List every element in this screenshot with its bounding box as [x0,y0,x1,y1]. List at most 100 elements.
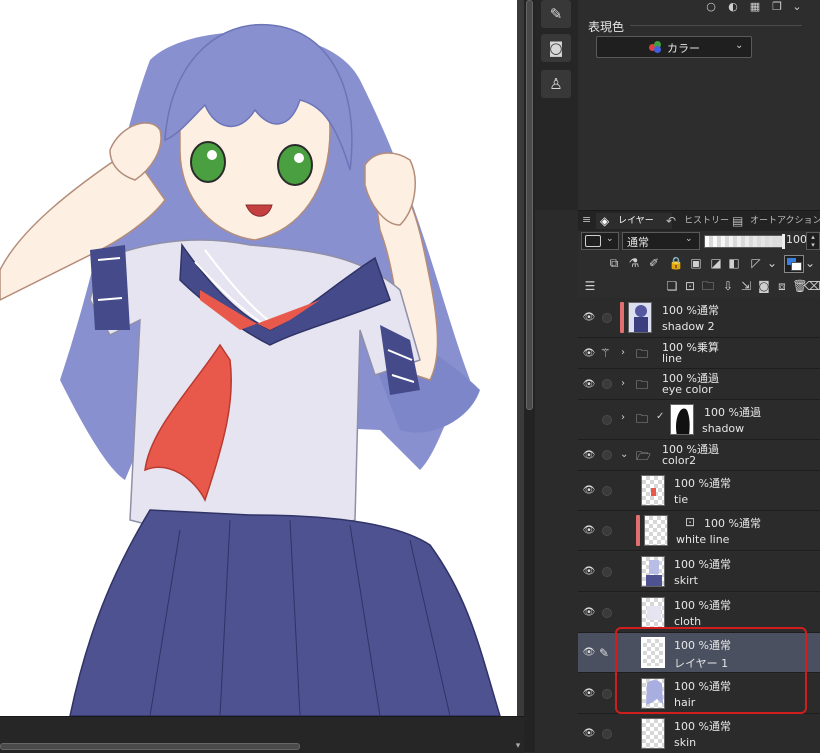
lock-dot[interactable] [602,511,612,550]
eye-icon[interactable]: 👁 [582,471,596,510]
layer-name: line [662,352,682,365]
new-folder-icon[interactable]: 🗀 [700,278,716,294]
lock-dot[interactable] [602,471,612,510]
layer-row-line[interactable]: 👁 ⚚ › 🗀 100 %乗算 line [578,338,820,369]
open-folder-icon: 🗁 [636,449,651,463]
layer-name: eye color [662,383,713,396]
layer-color-select[interactable]: ⌄ [581,232,619,250]
eye-icon[interactable]: 👁 [582,714,596,752]
eye-icon[interactable]: 👁 [582,369,596,399]
tab-layer[interactable]: ◈ レイヤー [596,213,672,229]
eye-icon[interactable]: 👁 [582,674,596,713]
trash-icon[interactable]: ⌫ [804,278,820,294]
eye-icon[interactable]: 👁 [582,593,596,632]
layer-row-shadow-2[interactable]: 👁 100 %通常 shadow 2 [578,298,820,338]
canvas-horizontal-scrollbar[interactable] [0,716,524,753]
folder-icon: 🗀 [636,412,649,426]
lock-dot[interactable] [602,369,612,399]
mask-add-icon[interactable]: ◙ [756,278,772,294]
hidden-eye-icon[interactable] [582,400,596,439]
layer-blend-text: 100 %通常 [704,517,761,530]
tab-label: ヒストリー [684,216,730,226]
figure-icon[interactable]: ♙ [541,70,571,98]
menu-icon[interactable]: ≡ [582,213,591,226]
blend-mode-select[interactable]: 通常 ⌄ [622,232,700,250]
reference-icon[interactable]: ⚗ [626,255,642,271]
camera-icon[interactable]: ◙ [541,34,571,62]
lock-transparency-icon[interactable]: ▣ [688,255,704,271]
chevron-right-icon[interactable]: › [621,412,625,423]
chevron-right-icon[interactable]: › [621,347,625,358]
layer-row-tie[interactable]: 👁 100 %通常 tie [578,471,820,511]
transfer-down-icon[interactable]: ⇩ [720,278,736,294]
chevron-down-icon[interactable]: ⌄ [620,449,628,460]
layers-icon: ◈ [600,214,610,228]
lock-dot[interactable] [602,440,612,470]
layer-row-eye-color[interactable]: 👁 › 🗀 100 %通過 eye color [578,369,820,400]
new-raster-layer-icon[interactable]: ❏ [664,278,680,294]
layer-row-cloth[interactable]: 👁 100 %通常 cloth [578,593,820,633]
lock-dot[interactable] [602,593,612,632]
layer-row-skirt[interactable]: 👁 100 %通常 skirt [578,552,820,592]
layer-blend-text: 100 %通常 [674,639,731,652]
opacity-knob[interactable] [782,234,785,249]
layer-list-icon[interactable]: ☰ [582,278,598,294]
layer-color-swatch[interactable] [784,255,804,273]
chevron-right-icon[interactable]: › [621,378,625,389]
expression-color-select[interactable]: カラー ⌄ [596,36,752,58]
mask-apply-icon[interactable]: ⧈ [774,278,790,294]
anime-illustration [0,23,501,716]
check-icon: ✓ [656,411,665,422]
eye-icon[interactable]: 👁 [582,511,596,550]
canvas-vertical-scrollbar[interactable] [524,0,535,752]
ruler-icon[interactable]: ◸ [748,255,764,271]
eye-icon[interactable]: 👁 [582,633,596,672]
layer-row-skin[interactable]: 👁 100 %通常 skin [578,714,820,752]
opacity-value[interactable]: 100 [786,233,807,246]
color-dots-icon [649,41,663,53]
copy-icon[interactable]: ❐ [768,0,786,14]
chevron-down-icon[interactable]: ⌄ [764,255,780,271]
layer-blend-text: 100 %通常 [674,599,731,612]
canvas-edit-icon[interactable]: ✎ [541,0,571,28]
layer-row-shadow[interactable]: › 🗀 ✓ 100 %通過 shadow [578,400,820,440]
ruler-layer-icon: ⚚ [600,346,611,360]
layer-name: white line [676,533,730,546]
layer-row-hair[interactable]: 👁 100 %通常 hair [578,674,820,714]
mask-icon[interactable]: ◪ [708,255,724,271]
layer-row-color2[interactable]: 👁 ⌄ 🗁 100 %通過 color2 [578,440,820,471]
new-vector-layer-icon[interactable]: ⊡ [682,278,698,294]
chevron-down-icon[interactable]: ⌄ [802,255,818,271]
eye-icon[interactable]: 👁 [582,440,596,470]
lock-dot[interactable] [602,298,612,337]
scroll-down-arrow-icon[interactable]: ▾ [512,740,524,752]
merge-icon[interactable]: ⇲ [738,278,754,294]
lock-dot[interactable] [602,400,612,439]
lock-icon[interactable]: 🔒 [668,255,684,271]
tool-property-panel: ○ ◐ ▦ ❐ ⌄ 表現色 カラー ⌄ [578,0,820,210]
layer-row-white-line[interactable]: 👁 ⊡ 100 %通常 white line [578,511,820,551]
tab-auto-action[interactable]: ▤ オートアクション [728,213,820,229]
opacity-slider[interactable] [704,234,785,249]
layer-row-layer-1[interactable]: 👁 ✎ 100 %通常 レイヤー 1 [578,633,820,673]
lock-dot[interactable] [602,552,612,591]
canvas[interactable] [0,0,517,716]
mask-enable-icon[interactable]: ◧ [726,255,742,271]
lock-dot[interactable] [602,674,612,713]
checker-icon[interactable]: ▦ [746,0,764,14]
clip-icon[interactable]: ⧉ [606,255,622,271]
layer-panel: ≡ ◈ レイヤー ↶ ヒストリー ▤ オートアクション ⌄ 通常 ⌄ 100 ▴… [578,210,820,752]
clip-indicator [620,302,624,333]
lock-dot[interactable] [602,714,612,752]
chevron-down-icon[interactable]: ⌄ [788,0,806,14]
scrollbar-thumb[interactable] [526,0,533,410]
eye-icon[interactable]: 👁 [582,552,596,591]
scrollbar-thumb[interactable] [0,743,300,750]
eye-icon[interactable]: 👁 [582,338,596,368]
circle-icon[interactable]: ○ [702,0,720,14]
half-tone-icon[interactable]: ◐ [724,0,742,14]
draft-icon[interactable]: ✐ [646,255,662,271]
opacity-stepper[interactable]: ▴ ▾ [806,232,820,250]
folder-icon: 🗀 [636,378,649,392]
eye-icon[interactable]: 👁 [582,298,596,337]
